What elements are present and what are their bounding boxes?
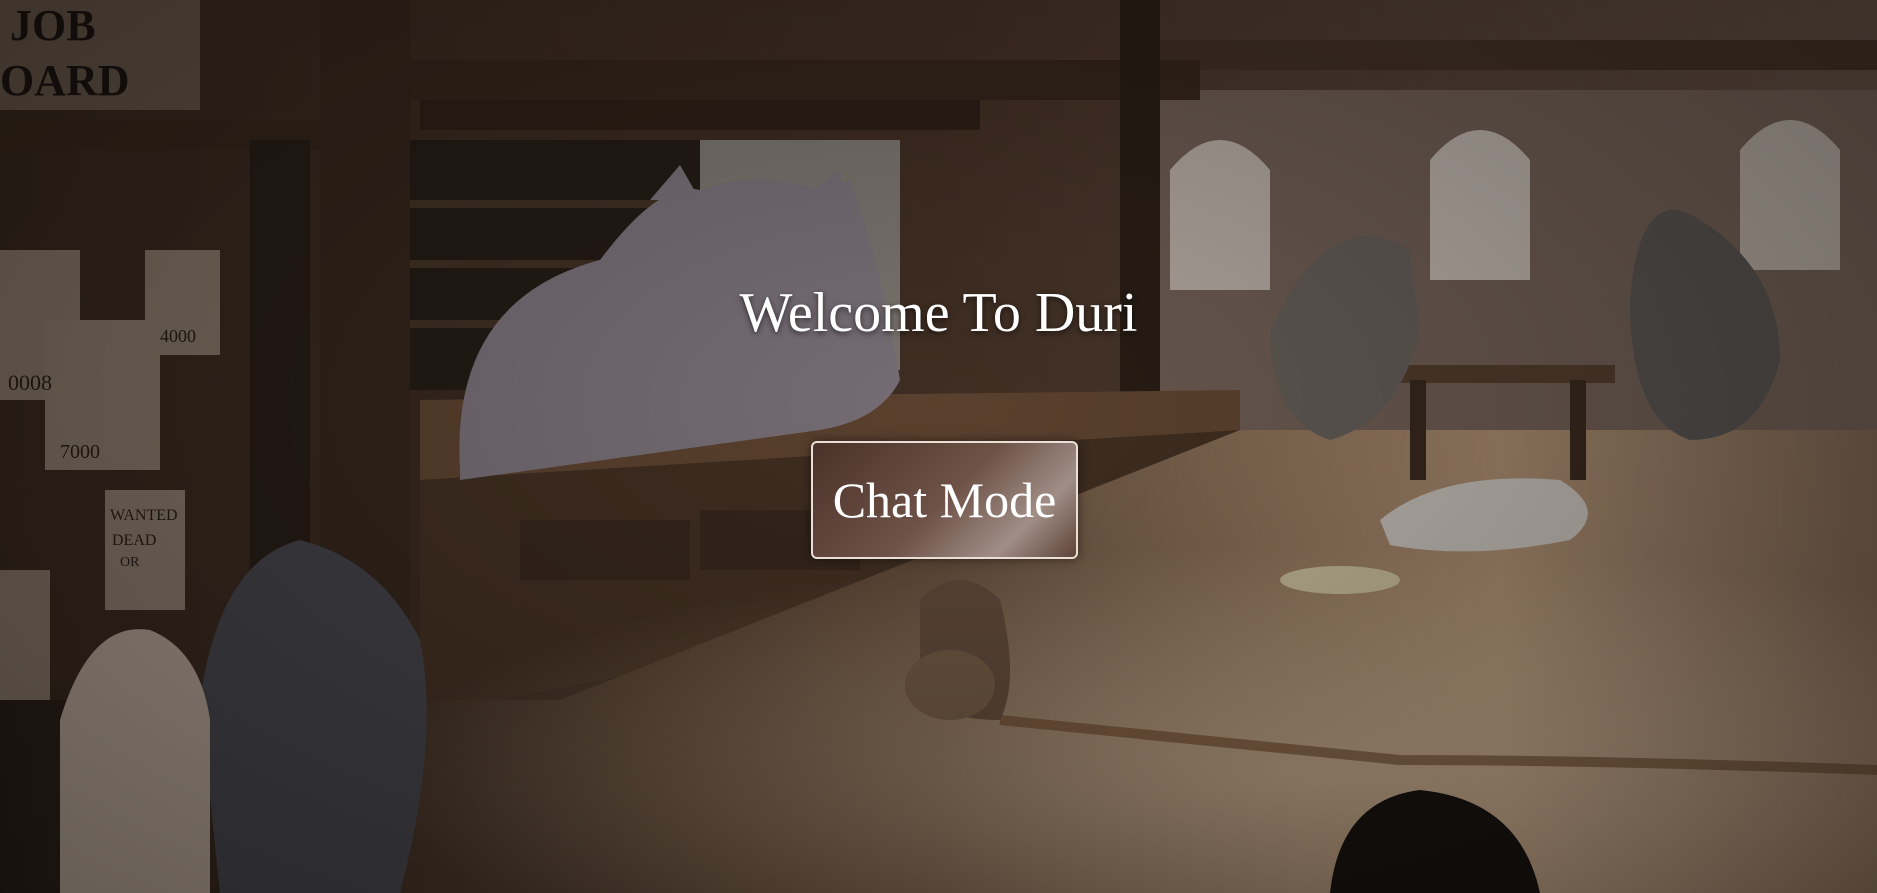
welcome-title: Welcome To Duri xyxy=(739,282,1138,344)
tavern-scene: JOB OARD 0008 4000 7000 WANTED DEAD OR xyxy=(0,0,1877,893)
chat-mode-button[interactable]: Chat Mode xyxy=(811,441,1078,559)
